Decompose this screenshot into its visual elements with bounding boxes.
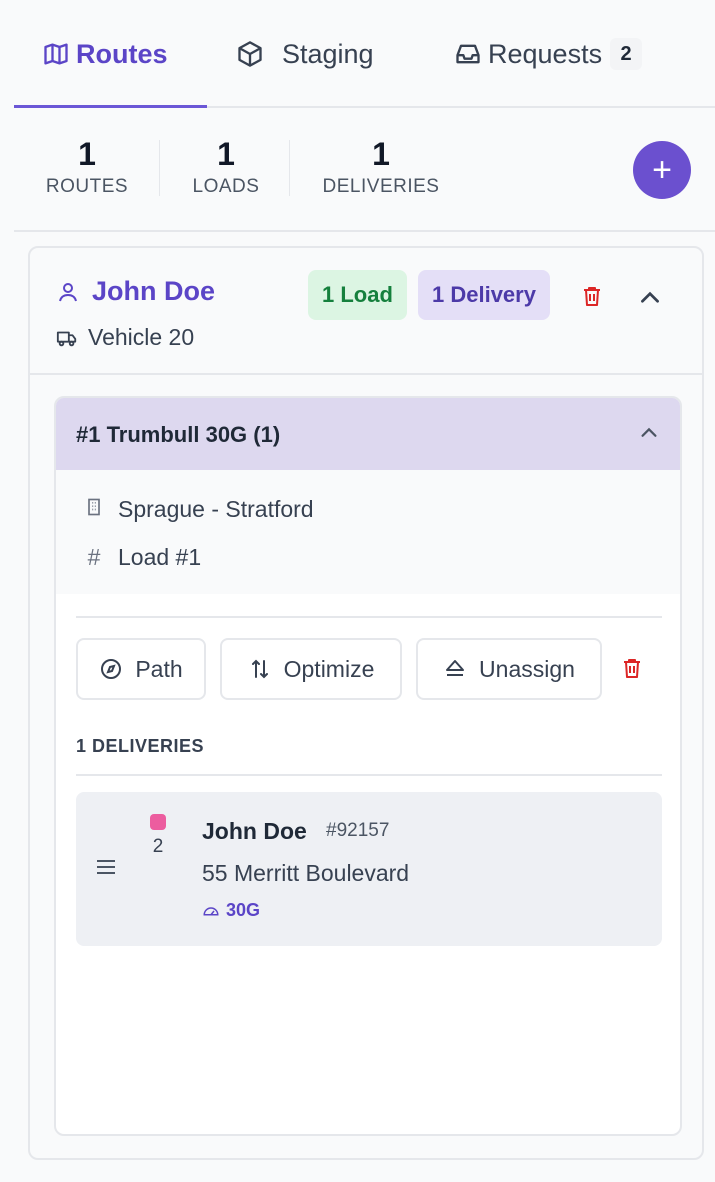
terminal-name: Sprague - Stratford (118, 496, 314, 522)
route-header[interactable]: John Doe Vehicle 20 1 Load 1 Delivery (30, 248, 702, 375)
unassign-button[interactable]: Unassign (416, 638, 602, 700)
building-icon (82, 496, 106, 523)
gauge-icon (203, 906, 219, 915)
delivery-order-number: #92157 (326, 820, 390, 841)
tab-routes-label: Routes (76, 38, 168, 69)
load-number-row: # Load #1 (82, 544, 202, 571)
collapse-route-button[interactable] (636, 284, 664, 312)
load-card: #1 Trumbull 30G (1) Sprague - Stratford … (54, 396, 682, 1136)
delete-load-button[interactable] (618, 654, 646, 682)
chevron-up-icon (641, 291, 659, 303)
box-icon (238, 41, 262, 67)
trash-icon (584, 287, 600, 306)
optimize-button-label: Optimize (283, 655, 375, 682)
delete-route-button[interactable] (578, 282, 606, 310)
map-icon (44, 43, 68, 65)
delivery-customer: John Doe (202, 818, 307, 844)
vehicle-name: Vehicle 20 (88, 324, 195, 350)
tab-requests[interactable]: Requests 2 (454, 36, 643, 72)
delivery-sequence: 2 (152, 836, 164, 857)
divider (76, 616, 662, 618)
stat-deliveries: 1 DELIVERIES (316, 136, 446, 198)
stat-deliveries-label: DELIVERIES (322, 176, 440, 197)
hash-icon: # (87, 544, 101, 570)
stat-loads-value: 1 (217, 136, 235, 172)
tab-staging-label: Staging (282, 38, 374, 69)
stat-loads-label: LOADS (192, 176, 260, 197)
delivery-count-badge: 1 Delivery (418, 270, 550, 320)
vehicle-row: Vehicle 20 (56, 324, 194, 351)
stat-routes: 1 ROUTES (42, 136, 132, 198)
load-count-badge: 1 Load (308, 270, 407, 320)
delivery-address: 55 Merritt Boulevard (202, 860, 410, 886)
load-header[interactable]: #1 Trumbull 30G (1) (56, 398, 680, 470)
load-title: #1 Trumbull 30G (1) (76, 422, 281, 447)
tab-bar: Routes Staging Requests 2 (14, 0, 715, 108)
path-button[interactable]: Path (76, 638, 206, 700)
stat-divider (289, 140, 290, 196)
path-button-label: Path (135, 655, 183, 682)
status-dot (150, 814, 166, 830)
route-stats: 1 ROUTES 1 LOADS 1 DELIVERIES + (14, 108, 715, 232)
chevron-up-icon (641, 427, 657, 437)
optimize-button[interactable]: Optimize (220, 638, 402, 700)
stat-deliveries-value: 1 (372, 136, 390, 172)
stat-loads: 1 LOADS (186, 136, 266, 198)
stat-routes-value: 1 (78, 136, 96, 172)
truck-icon (56, 331, 77, 346)
trash-icon (624, 659, 640, 678)
requests-count-badge: 2 (610, 38, 643, 70)
driver-name-row: John Doe (56, 276, 215, 307)
delivery-item[interactable]: 2 John Doe #92157 55 Merritt Boulevard 3… (76, 792, 662, 946)
terminal-row: Sprague - Stratford (82, 496, 314, 523)
inbox-icon (456, 44, 480, 64)
sort-arrows-icon (251, 659, 268, 679)
delivery-quantity: 30G (202, 900, 260, 921)
divider (76, 774, 662, 776)
unassign-button-label: Unassign (479, 655, 575, 682)
stat-routes-label: ROUTES (45, 176, 129, 197)
delivery-quantity-value: 30G (226, 900, 261, 920)
eject-icon (446, 660, 465, 676)
stat-divider (159, 140, 160, 196)
collapse-load-button[interactable] (636, 420, 662, 446)
tab-requests-label: Requests (488, 38, 603, 69)
load-info: Sprague - Stratford # Load #1 (56, 470, 680, 594)
drag-handle-icon[interactable] (96, 858, 116, 876)
tab-staging[interactable]: Staging (236, 36, 374, 72)
user-icon (59, 282, 77, 301)
route-card: John Doe Vehicle 20 1 Load 1 Delivery #1… (28, 246, 704, 1160)
add-route-button[interactable]: + (633, 141, 691, 199)
load-number: Load #1 (118, 544, 202, 570)
driver-name: John Doe (92, 276, 216, 306)
tab-routes[interactable]: Routes (42, 36, 168, 72)
deliveries-count-label: 1 DELIVERIES (76, 736, 205, 756)
compass-icon (101, 659, 122, 679)
